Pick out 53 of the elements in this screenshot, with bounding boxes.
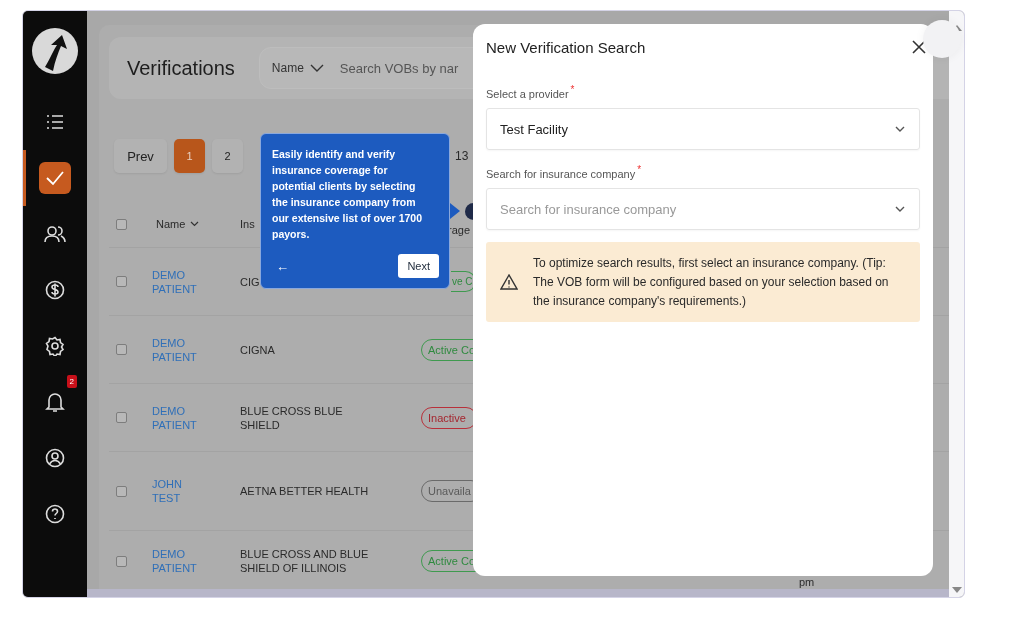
scrollbar[interactable] <box>949 11 964 597</box>
scroll-down-icon <box>951 587 962 593</box>
time-cell: pm <box>799 577 815 588</box>
checkbox[interactable] <box>116 412 127 423</box>
chevron-down-icon <box>190 221 200 227</box>
filter-dropdown[interactable]: Name <box>259 61 338 75</box>
checkbox[interactable] <box>116 485 127 497</box>
account-icon <box>45 448 65 468</box>
warning-icon <box>500 274 518 290</box>
insurance-cell-text: CIG <box>240 274 261 289</box>
logo-icon <box>31 27 79 75</box>
users-icon <box>44 225 66 243</box>
alert-text: To optimize search results, first select an insurance company. (Tip: The VOB form will be configured based on your selection based on the insurance company's requirements.) <box>533 254 890 310</box>
select-field[interactable]: Test Facility <box>486 108 920 150</box>
select-value: Test Facility <box>500 121 568 137</box>
prev-button[interactable]: Prev <box>114 139 167 173</box>
close-button[interactable] <box>912 40 926 54</box>
required-mark: * <box>637 164 642 175</box>
insurance-cell-text: AETNA BETTER HEALTH <box>240 484 370 498</box>
required-mark: * <box>570 84 575 95</box>
notification-badge: 2 <box>66 375 77 388</box>
chevron-down-icon <box>895 206 905 212</box>
scrollbar[interactable] <box>87 589 949 597</box>
dollar-icon <box>45 280 65 300</box>
insurance-cell-text: BLUE CROSS BLUE SHIELD <box>240 403 344 432</box>
page-count: 13 <box>455 149 469 163</box>
insurance-cell-text: BLUE CROSS AND BLUE SHIELD OF ILLINOIS <box>240 547 370 575</box>
bell-icon <box>45 391 65 413</box>
chevron-down-icon <box>895 126 905 132</box>
close-icon <box>912 40 926 54</box>
settings-icon <box>45 336 65 356</box>
tooltip-text: Easily identify and verify insurance coverage for potential clients by selecting the insurance company from our extensive list of over 1700 payors. <box>272 147 423 242</box>
search-field[interactable]: Search VOBs by nar <box>337 59 642 77</box>
back-button[interactable]: ← <box>272 258 293 274</box>
sidebar-item[interactable]: 2 <box>23 374 87 430</box>
field-label: Search for insurance company <box>486 168 636 180</box>
help-icon <box>45 504 65 524</box>
insurance-cell-text: CIGNA <box>240 342 276 357</box>
checkbox[interactable] <box>116 344 127 355</box>
field-label: Select a provider <box>486 88 569 100</box>
page-button[interactable]: 1 <box>174 139 205 173</box>
page-button[interactable]: 2 <box>212 139 243 173</box>
page-title: Verifications <box>127 56 235 80</box>
column-header[interactable]: Name <box>152 218 240 230</box>
select-placeholder: Search for insurance company <box>500 201 677 217</box>
list-icon <box>46 114 64 130</box>
chevron-down-icon <box>309 64 324 72</box>
checkbox[interactable] <box>116 276 127 287</box>
modal-title: New Verification Search <box>486 38 646 56</box>
checkbox[interactable] <box>116 218 127 230</box>
checkbox[interactable] <box>116 555 127 567</box>
checkmark-icon <box>39 162 71 194</box>
next-button[interactable]: Next <box>398 254 439 278</box>
